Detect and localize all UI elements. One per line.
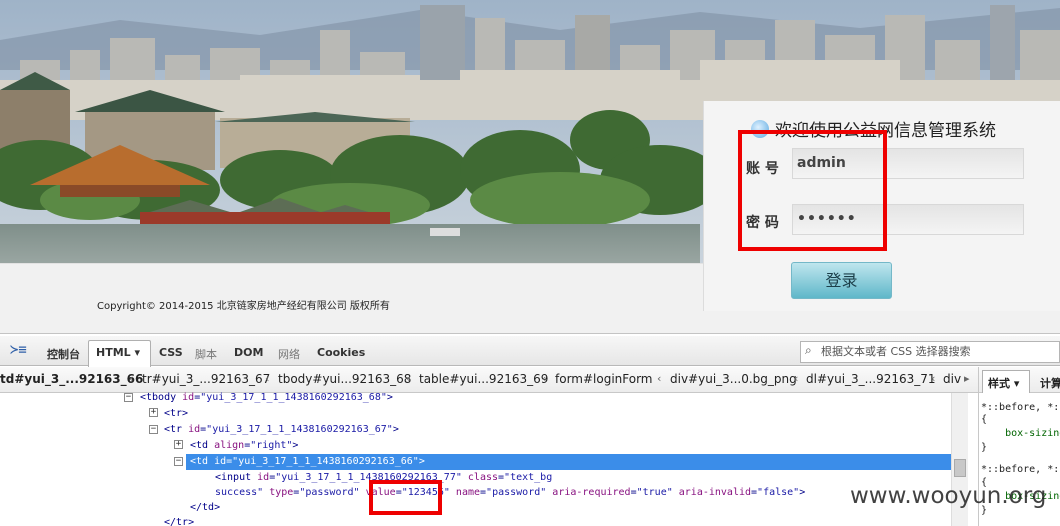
dom-token-tag: </tr> [164, 517, 195, 526]
dom-node-line[interactable]: <td align="right"> [190, 440, 298, 451]
breadcrumb-separator-icon: ‹ [129, 372, 134, 385]
dom-node-line[interactable]: success" type="password" value="123456" … [215, 487, 805, 498]
account-input[interactable]: admin [792, 148, 1024, 179]
dom-node-line[interactable]: </td> [190, 502, 220, 513]
watermark: www.wooyun.org [850, 483, 1047, 509]
dom-node-line-selected[interactable]: <td id="yui_3_17_1_1_1438160292163_66"> [190, 456, 425, 467]
dom-token-attr: align [214, 440, 245, 451]
dom-token-attr: id [182, 392, 195, 403]
collapse-icon[interactable]: − [149, 425, 158, 434]
dom-token-tag: > [799, 487, 806, 498]
dom-token-tag: <tbody [140, 392, 183, 403]
dom-token-val: "yui_3_17_1_1_1438160292163_67" [206, 424, 393, 435]
breadcrumb-item[interactable]: td#yui_3_...92163_66 [0, 372, 143, 386]
dom-token-val: "password" [486, 487, 547, 498]
css-rule-line: { [981, 414, 988, 425]
breadcrumb-item[interactable]: table#yui...92163_69 [419, 372, 548, 386]
account-label: 账 号 [746, 161, 779, 177]
breadcrumb-separator-icon: ‹ [542, 372, 547, 385]
expand-icon[interactable]: + [149, 408, 158, 417]
dom-token-val: "right" [250, 440, 293, 451]
css-rule-line: } [981, 442, 988, 453]
dom-token-attr: value [365, 487, 396, 498]
dom-token-tag: > [392, 424, 399, 435]
breadcrumb-item[interactable]: form#loginForm [555, 372, 653, 386]
dom-token-tag: <td [190, 456, 215, 467]
dom-node-line[interactable]: <tbody id="yui_3_17_1_1_1438160292163_68… [140, 392, 393, 403]
collapse-icon[interactable]: − [174, 457, 183, 466]
breadcrumb-separator-icon: ‹ [657, 372, 662, 385]
tab-net[interactable]: 网络 [278, 346, 300, 362]
login-title: 欢迎使用公益网信息管理系统 [748, 116, 996, 141]
login-title-text: 欢迎使用公益网信息管理系统 [775, 121, 997, 141]
devtools-search-input[interactable]: 根据文本或者 CSS 选择器搜索 [800, 341, 1060, 363]
dom-token-attr: aria-required [552, 487, 631, 498]
dom-token-val: success" [215, 487, 264, 498]
dom-token-tag: <tr [164, 424, 189, 435]
tab-html[interactable]: HTML ▾ [96, 346, 140, 359]
dom-token-attr: class [467, 472, 499, 483]
collapse-icon[interactable]: − [124, 393, 133, 402]
dom-node-line[interactable]: <tr> [164, 408, 188, 419]
dom-token-val: "yui_3_17_1_1_1438160292163_77" [275, 472, 462, 483]
dom-token-tag: > [386, 392, 393, 403]
tab-cookies[interactable]: Cookies [317, 346, 365, 359]
dom-token-tag: <tr> [164, 408, 189, 419]
dom-token-val: "123456" [401, 487, 450, 498]
tab-console[interactable]: 控制台 [47, 346, 80, 362]
css-rule-line[interactable]: box-sizing [981, 428, 1060, 439]
css-rule-line: *::before, *::a [981, 464, 1060, 475]
breadcrumb-item[interactable]: div#yui_3...0.bg_png [670, 372, 797, 386]
dom-token-val: "yui_3_17_1_1_1438160292163_68" [200, 392, 387, 403]
screenshot: Copyright© 2014-2015 北京链家房地产经纪有限公司 版权所有 … [0, 0, 1060, 526]
scrollbar-thumb[interactable] [954, 459, 966, 477]
expand-icon[interactable]: + [174, 440, 183, 449]
dom-node-line[interactable]: <tr id="yui_3_17_1_1_1438160292163_67"> [164, 424, 399, 435]
tab-css[interactable]: CSS [159, 346, 183, 359]
dom-token-tag: > [292, 440, 299, 451]
dom-node-line[interactable]: <input id="yui_3_17_1_1_1438160292163_77… [215, 472, 552, 483]
password-label: 密 码 [746, 215, 779, 231]
dom-token-tag: <input [215, 472, 258, 483]
tab-dom[interactable]: DOM [234, 346, 263, 359]
dom-token-tag: <td [190, 440, 215, 451]
breadcrumb-item[interactable]: tbody#yui...92163_68 [278, 372, 411, 386]
dom-token-val: "true" [636, 487, 673, 498]
tab-script[interactable]: 脚本 [195, 346, 217, 362]
copyright-text: Copyright© 2014-2015 北京链家房地产经纪有限公司 版权所有 [97, 301, 390, 312]
breadcrumb-separator-icon: ‹ [794, 372, 799, 385]
dom-token-tag: </td> [190, 502, 221, 513]
dom-token-val: "false" [757, 487, 800, 498]
dom-token-attr: id [257, 472, 270, 483]
login-button[interactable]: 登录 [791, 262, 892, 299]
breadcrumb-separator-icon: ‹ [265, 372, 270, 385]
dom-token-attr: name [455, 487, 481, 498]
breadcrumb-item[interactable]: div [943, 372, 961, 386]
dom-token-attr: id [214, 456, 227, 467]
dom-token-attr: aria-invalid [678, 487, 752, 498]
breadcrumb-separator-icon: ‹ [931, 372, 936, 385]
tab-style[interactable]: 样式 ▾ [988, 375, 1019, 391]
search-icon: ⌕ [805, 343, 812, 357]
dom-token-val: "yui_3_17_1_1_1438160292163_66" [232, 456, 419, 467]
dom-token-val: "text_bg [504, 472, 553, 483]
breadcrumb-more-icon[interactable]: ▸ [964, 372, 970, 385]
dom-token-tag: > [418, 456, 425, 467]
tab-computed[interactable]: 计算 [1040, 375, 1060, 391]
breadcrumb-separator-icon: ‹ [406, 372, 411, 385]
dom-node-line[interactable]: </tr> [164, 517, 194, 526]
breadcrumb-item[interactable]: tr#yui_3_...92163_67 [142, 372, 270, 386]
dom-token-attr: id [188, 424, 201, 435]
firebug-menu-icon[interactable]: ≻≡ [10, 342, 27, 358]
dom-token-val: "password" [299, 487, 360, 498]
password-input[interactable]: •••••• [792, 204, 1024, 235]
css-rule-line: *::before, *::a [981, 402, 1060, 413]
breadcrumb-item[interactable]: dl#yui_3_...92163_71 [806, 372, 936, 386]
dom-token-attr: type [269, 487, 294, 498]
